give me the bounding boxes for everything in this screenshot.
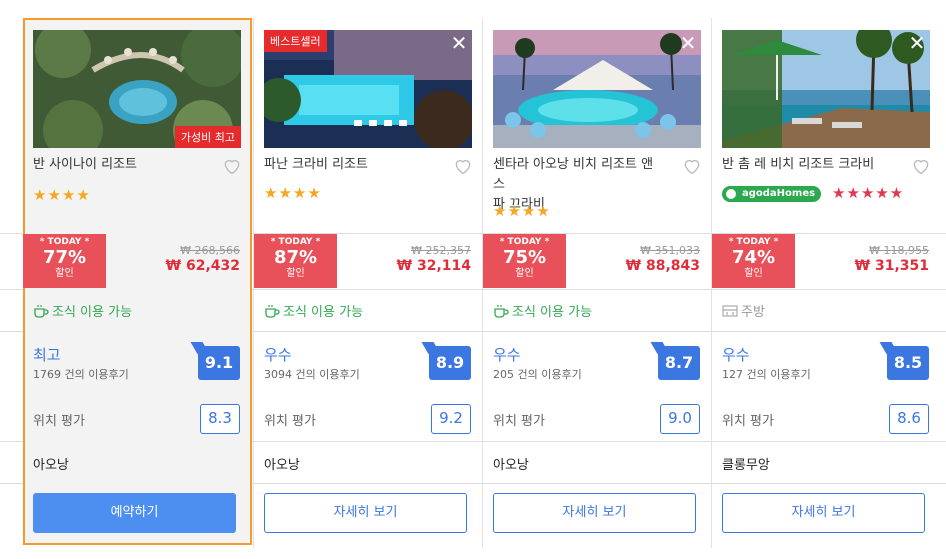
review-rating-label: 우수	[722, 346, 750, 364]
amenity-label: 조식 이용 가능	[52, 305, 133, 320]
view-details-button[interactable]: 자세히 보기	[264, 493, 467, 533]
review-count[interactable]: 1769 건의 이용후기	[33, 366, 129, 382]
deal-price: ₩ 88,843	[625, 258, 700, 274]
book-button[interactable]: 예약하기	[33, 493, 236, 533]
heart-icon[interactable]	[911, 156, 931, 176]
area-name: 아오낭	[33, 458, 69, 473]
today-deal-badge: * TODAY * 77% 할인	[23, 234, 106, 288]
review-rating-label: 우수	[493, 346, 521, 364]
today-deal-badge: * TODAY * 74% 할인	[712, 234, 795, 288]
area-name: 아오낭	[493, 458, 529, 473]
breakfast-amenity: 조식 이용 가능	[33, 301, 132, 320]
original-price: ₩ 268,566	[180, 244, 240, 257]
hotel-card[interactable]: ✕ 센타라 아오낭 비치 리조트 앤 스파 끄라비 ★★★★ * TODAY *…	[483, 18, 712, 545]
agoda-logo-icon	[726, 189, 736, 199]
area-name: 아오낭	[264, 458, 300, 473]
breakfast-amenity: 조식 이용 가능	[264, 301, 363, 320]
coffee-cup-icon	[265, 305, 280, 318]
location-rating-label: 위치 평가	[33, 414, 85, 429]
kitchen-amenity: 주방	[722, 301, 765, 320]
amenity-label: 조식 이용 가능	[512, 305, 593, 320]
location-rating-label: 위치 평가	[722, 414, 774, 429]
hotel-name-line1: 센타라 아오낭 비치 리조트 앤 스	[493, 157, 654, 192]
discount-suffix: 할인	[286, 268, 305, 279]
review-score-badge: 8.9	[429, 346, 471, 380]
star-rating: ★★★★	[33, 186, 91, 204]
close-icon[interactable]: ✕	[677, 32, 699, 54]
today-label: * TODAY *	[728, 237, 779, 247]
star-rating: ★★★★★	[832, 184, 905, 202]
review-count[interactable]: 127 건의 이용후기	[722, 366, 811, 382]
today-label: * TODAY *	[270, 237, 321, 247]
value-badge: 가성비 최고	[174, 126, 241, 148]
view-details-button[interactable]: 자세히 보기	[722, 493, 925, 533]
view-details-button[interactable]: 자세히 보기	[493, 493, 696, 533]
hotel-name[interactable]: 반 촘 레 비치 리조트 크라비	[722, 155, 897, 175]
location-score-badge: 8.3	[200, 404, 240, 434]
hotel-name[interactable]: 파난 크라비 리조트	[264, 155, 439, 175]
coffee-cup-icon	[34, 305, 49, 318]
review-rating-label: 최고	[33, 346, 61, 364]
location-score-badge: 8.6	[889, 404, 929, 434]
review-count[interactable]: 3094 건의 이용후기	[264, 366, 360, 382]
coffee-cup-icon	[494, 305, 509, 318]
original-price: ₩ 118,955	[869, 244, 929, 257]
deal-price: ₩ 32,114	[396, 258, 471, 274]
location-score-badge: 9.0	[660, 404, 700, 434]
agoda-homes-badge: agodaHomes	[722, 186, 822, 202]
amenity-label: 주방	[741, 305, 765, 320]
discount-suffix: 할인	[515, 268, 534, 279]
hotel-card-selected[interactable]: 가성비 최고 반 사이나이 리조트 ★★★★ * TODAY * 77% 할인 …	[23, 18, 252, 545]
star-rating: ★★★★	[493, 202, 551, 220]
review-score-badge: 8.7	[658, 346, 700, 380]
location-score-badge: 9.2	[431, 404, 471, 434]
discount-percent: 74%	[731, 247, 776, 268]
heart-icon[interactable]	[453, 156, 473, 176]
heart-icon[interactable]	[682, 156, 702, 176]
amenity-label: 조식 이용 가능	[283, 305, 364, 320]
discount-suffix: 할인	[55, 268, 74, 279]
heart-icon[interactable]	[222, 156, 242, 176]
location-rating-label: 위치 평가	[493, 414, 545, 429]
location-rating-label: 위치 평가	[264, 414, 316, 429]
hotel-photo[interactable]: ✕	[493, 30, 701, 148]
hotel-card[interactable]: ✕ 반 촘 레 비치 리조트 크라비 agodaHomes ★★★★★ * TO…	[712, 18, 941, 545]
area-name: 클롱무앙	[722, 458, 770, 473]
original-price: ₩ 351,033	[640, 244, 700, 257]
today-deal-badge: * TODAY * 87% 할인	[254, 234, 337, 288]
today-label: * TODAY *	[499, 237, 550, 247]
close-icon[interactable]: ✕	[906, 32, 928, 54]
today-label: * TODAY *	[39, 237, 90, 247]
breakfast-amenity: 조식 이용 가능	[493, 301, 592, 320]
review-score-badge: 8.5	[887, 346, 929, 380]
close-icon[interactable]: ✕	[448, 32, 470, 54]
hotel-photo[interactable]: 베스트셀러 ✕	[264, 30, 472, 148]
hotel-photo[interactable]: ✕	[722, 30, 930, 148]
discount-percent: 77%	[42, 247, 87, 268]
star-rating: ★★★★	[264, 184, 322, 202]
discount-suffix: 할인	[744, 268, 763, 279]
review-rating-label: 우수	[264, 346, 292, 364]
review-count[interactable]: 205 건의 이용후기	[493, 366, 582, 382]
hotel-name[interactable]: 반 사이나이 리조트	[33, 155, 208, 175]
today-deal-badge: * TODAY * 75% 할인	[483, 234, 566, 288]
discount-percent: 87%	[273, 247, 318, 268]
bestseller-badge: 베스트셀러	[264, 30, 327, 52]
deal-price: ₩ 62,432	[165, 258, 240, 274]
original-price: ₩ 252,357	[411, 244, 471, 257]
kitchen-icon	[722, 305, 738, 317]
hotel-photo[interactable]: 가성비 최고	[33, 30, 241, 148]
hotel-card[interactable]: 베스트셀러 ✕ 파난 크라비 리조트 ★★★★ * TODAY * 87% 할인…	[254, 18, 483, 545]
deal-price: ₩ 31,351	[854, 258, 929, 274]
discount-percent: 75%	[502, 247, 547, 268]
agoda-homes-label: agodaHomes	[742, 188, 816, 199]
review-score-badge: 9.1	[198, 346, 240, 380]
